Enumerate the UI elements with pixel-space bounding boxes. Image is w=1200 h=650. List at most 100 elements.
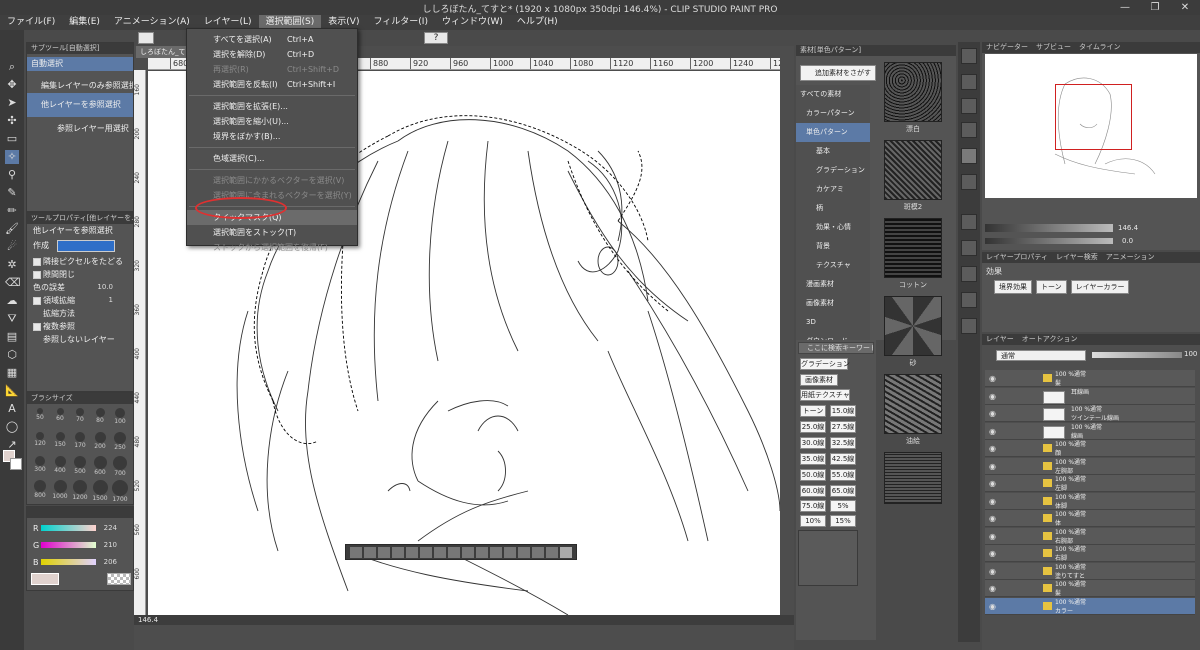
layer-row[interactable]: ◉ 100 %通常 左腕部: [985, 457, 1195, 475]
tab-animation-cels[interactable]: アニメーション: [1106, 252, 1155, 263]
brush-size-preset[interactable]: 1700: [111, 480, 129, 503]
layer-row[interactable]: ◉ 100 %通常 右腕部: [985, 527, 1195, 545]
eye-icon[interactable]: ◉: [989, 444, 996, 453]
brush-size-preset[interactable]: 700: [111, 456, 129, 478]
nav-rotate-value[interactable]: 0.0: [1122, 237, 1133, 245]
layer-row[interactable]: ◉ 100 %通常 塗りてすと: [985, 562, 1195, 580]
clear-outside-icon[interactable]: [434, 547, 446, 558]
panel-icon[interactable]: [961, 240, 977, 256]
subtool-group-tab[interactable]: 自動選択: [27, 57, 133, 71]
material-tag[interactable]: 35.0線: [800, 453, 826, 465]
material-swatch[interactable]: [884, 140, 942, 200]
brush-size-preset[interactable]: 1200: [71, 480, 89, 502]
menu-option[interactable]: 選択範囲をストック(T): [187, 225, 357, 240]
subtool-item[interactable]: 編集レイヤーのみ参照選択: [27, 79, 133, 93]
material-tree-item[interactable]: 基本: [796, 142, 870, 161]
fill-tool-icon[interactable]: ⛛: [5, 312, 19, 326]
figure-tool-icon[interactable]: ⬡: [5, 348, 19, 362]
collapse-icon[interactable]: [560, 547, 572, 558]
panel-icon[interactable]: [961, 214, 977, 230]
clear-icon[interactable]: [420, 547, 432, 558]
search-icon[interactable]: [961, 48, 977, 64]
menu-option[interactable]: 選択を解除(D) Ctrl+D: [187, 47, 357, 62]
scale-icon[interactable]: [476, 547, 488, 558]
close-button[interactable]: ✕: [1170, 0, 1200, 15]
eye-icon[interactable]: ◉: [989, 409, 996, 418]
material-tree-item[interactable]: 3D: [796, 313, 870, 332]
tab-navigator[interactable]: ナビゲーター: [986, 42, 1028, 53]
menu-edit[interactable]: 編集(E): [62, 15, 107, 30]
move-tool-icon[interactable]: ✥: [5, 78, 19, 92]
eye-icon[interactable]: ◉: [989, 514, 996, 523]
brush-tool-icon[interactable]: 🖌: [5, 222, 19, 236]
material-tag[interactable]: グラデーション: [800, 358, 850, 370]
material-tree-item[interactable]: 柄: [796, 199, 870, 218]
tab-auto-action[interactable]: オートアクション: [1022, 334, 1078, 345]
toolprop-row[interactable]: 隣接ピクセルをたどる: [27, 255, 133, 268]
menu-filter[interactable]: フィルター(I): [366, 15, 435, 30]
r-value[interactable]: 224: [104, 522, 117, 535]
material-tag[interactable]: 用紙テクスチャ: [800, 389, 850, 401]
tone-icon[interactable]: [490, 547, 502, 558]
checkbox-icon[interactable]: [33, 270, 41, 279]
layer-row[interactable]: ◉ 100 %通常 右脚: [985, 545, 1195, 562]
brush-size-preset[interactable]: 70: [71, 408, 89, 430]
toolprop-row[interactable]: 拡縮方法: [27, 307, 133, 320]
material-tree-item[interactable]: カラーパターン: [796, 104, 870, 123]
material-tag[interactable]: 50.0線: [800, 469, 826, 481]
menu-option[interactable]: 選択範囲を拡張(E)...: [187, 99, 357, 114]
material-swatch[interactable]: [884, 296, 942, 356]
material-tree-item[interactable]: カケアミ: [796, 180, 870, 199]
expand-icon[interactable]: [392, 547, 404, 558]
deselect-icon[interactable]: [350, 547, 362, 558]
material-tag[interactable]: 画像素材: [800, 374, 838, 386]
current-color-swatch[interactable]: [31, 573, 59, 585]
b-value[interactable]: 206: [104, 556, 117, 569]
toolprop-value[interactable]: 1: [109, 294, 113, 307]
layer-row[interactable]: ◉ 100 %通常顔: [985, 440, 1195, 457]
layer-row[interactable]: ◉ 100 %通常 カラー: [985, 597, 1195, 615]
eye-icon[interactable]: ◉: [989, 584, 996, 593]
material-tag[interactable]: 75.0線: [800, 500, 826, 512]
material-swatch[interactable]: [884, 452, 942, 504]
tab-timeline[interactable]: タイムライン: [1079, 42, 1121, 53]
material-swatch[interactable]: [884, 218, 942, 278]
panel-icon[interactable]: [961, 266, 977, 282]
material-tree-item[interactable]: 効果・心情: [796, 218, 870, 237]
g-slider[interactable]: [41, 542, 96, 548]
frame-tool-icon[interactable]: ▦: [5, 366, 19, 380]
material-tree-item[interactable]: 漫画素材: [796, 275, 870, 294]
tab-subview[interactable]: サブビュー: [1036, 42, 1071, 53]
pencil-tool-icon[interactable]: ✏: [5, 204, 19, 218]
material-tag[interactable]: 30.0線: [800, 437, 826, 449]
color-b-row[interactable]: B 206: [27, 556, 133, 569]
brush-size-preset[interactable]: 120: [31, 432, 49, 454]
eye-icon[interactable]: ◉: [989, 602, 996, 611]
brush-size-preset[interactable]: 100: [111, 408, 129, 430]
menu-window[interactable]: ウィンドウ(W): [435, 15, 510, 30]
menu-option[interactable]: 選択範囲を反転(I) Ctrl+Shift+I: [187, 77, 357, 92]
brush-size-preset[interactable]: 600: [91, 456, 109, 478]
menu-option[interactable]: 境界をぼかす(B)...: [187, 129, 357, 144]
brush-size-preset[interactable]: 500: [71, 456, 89, 478]
layer-row[interactable]: ◉ 100 %通常 体脚: [985, 492, 1195, 510]
color-g-row[interactable]: G 210: [27, 539, 133, 552]
toolprop-row[interactable]: 複数参照: [27, 320, 133, 333]
tab-layer[interactable]: レイヤー: [986, 334, 1014, 345]
material-tag[interactable]: 25.0線: [800, 421, 826, 433]
material-tree-item[interactable]: すべての素材: [796, 85, 870, 104]
material-tag[interactable]: 60.0線: [800, 485, 826, 497]
brush-size-preset[interactable]: 250: [111, 432, 129, 454]
material-tag[interactable]: 42.5線: [830, 453, 856, 465]
eye-icon[interactable]: ◉: [989, 374, 996, 383]
layer-row[interactable]: ◉ 100 %通常髪: [985, 370, 1195, 387]
eye-icon[interactable]: ◉: [989, 567, 996, 576]
sub-color-swatch[interactable]: [10, 458, 22, 470]
border-effect-button[interactable]: 境界効果: [994, 280, 1032, 294]
subtool-item[interactable]: 参照レイヤー用選択: [27, 117, 133, 141]
material-tag[interactable]: 65.0線: [830, 485, 856, 497]
operation-tool-icon[interactable]: ➤: [5, 96, 19, 110]
move-layer-tool-icon[interactable]: ✣: [5, 114, 19, 128]
eye-icon[interactable]: ◉: [989, 392, 996, 401]
pen-tool-icon[interactable]: ✎: [5, 186, 19, 200]
